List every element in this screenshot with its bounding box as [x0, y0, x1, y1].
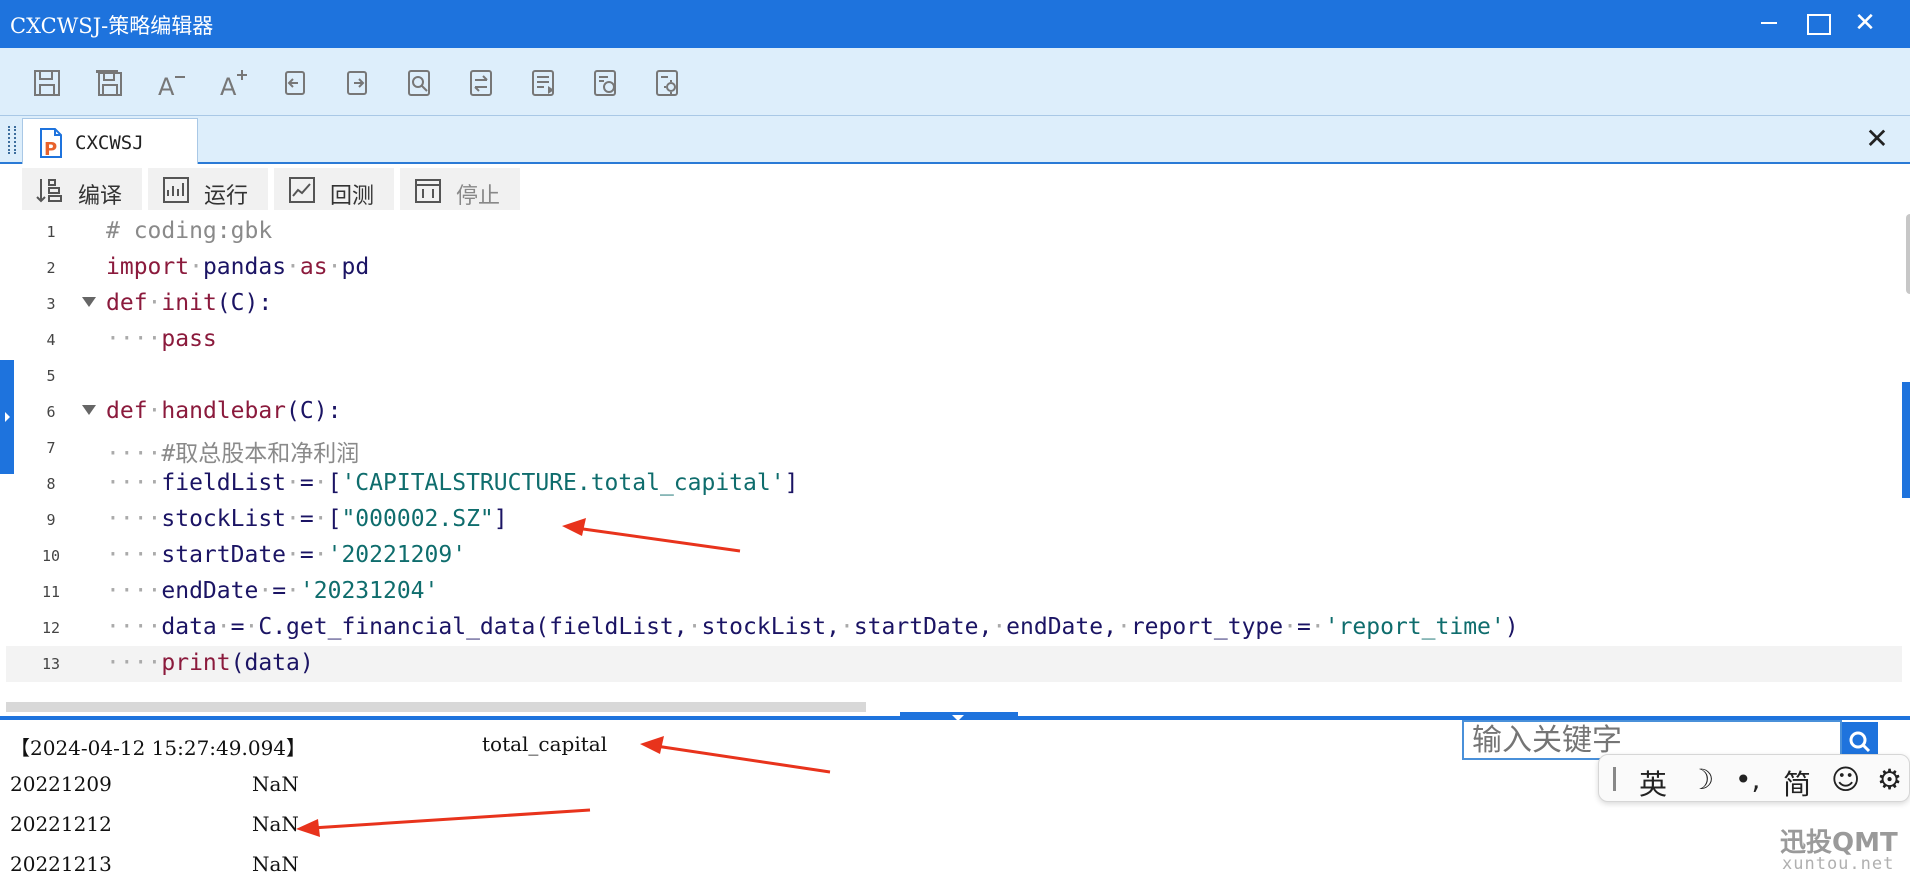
annotation-overlay — [296, 518, 831, 837]
annotation-arrow — [562, 518, 741, 553]
annotation-arrow — [296, 808, 591, 837]
annotation-arrow — [640, 736, 831, 774]
